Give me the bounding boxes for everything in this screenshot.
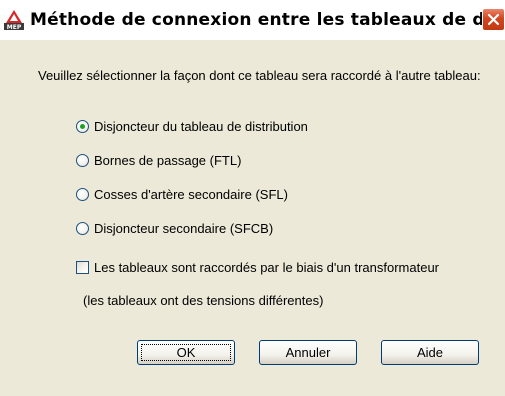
cancel-button[interactable]: Annuler xyxy=(259,340,357,365)
help-button[interactable]: Aide xyxy=(381,340,479,365)
autocad-mep-icon: MEP xyxy=(3,9,25,31)
radio-button[interactable] xyxy=(76,222,89,235)
radio-button[interactable] xyxy=(76,154,89,167)
app-icon-label: MEP xyxy=(7,24,22,31)
dialog-window: MEP Méthode de connexion entre les table… xyxy=(0,0,505,396)
radio-label: Disjoncteur secondaire (SFCB) xyxy=(94,221,274,236)
transformer-checkbox-label: Les tableaux sont raccordés par le biais… xyxy=(94,260,440,275)
transformer-note: (les tableaux ont des tensions différent… xyxy=(83,293,324,308)
focus-rectangle xyxy=(141,344,231,361)
radio-selected-dot xyxy=(80,124,85,129)
title-bar[interactable]: MEP Méthode de connexion entre les table… xyxy=(0,0,505,40)
instruction-text: Veuillez sélectionner la façon dont ce t… xyxy=(38,68,481,83)
radio-button[interactable] xyxy=(76,120,89,133)
radio-label: Disjoncteur du tableau de distribution xyxy=(94,119,308,134)
close-button[interactable] xyxy=(482,8,505,31)
radio-label: Bornes de passage (FTL) xyxy=(94,153,242,168)
ok-button[interactable]: OK xyxy=(137,340,235,365)
radio-label: Cosses d'artère secondaire (SFL) xyxy=(94,187,288,202)
radio-button[interactable] xyxy=(76,188,89,201)
transformer-checkbox[interactable] xyxy=(76,261,89,274)
dialog-title: Méthode de connexion entre les tableaux … xyxy=(30,10,505,30)
close-icon xyxy=(487,13,500,26)
